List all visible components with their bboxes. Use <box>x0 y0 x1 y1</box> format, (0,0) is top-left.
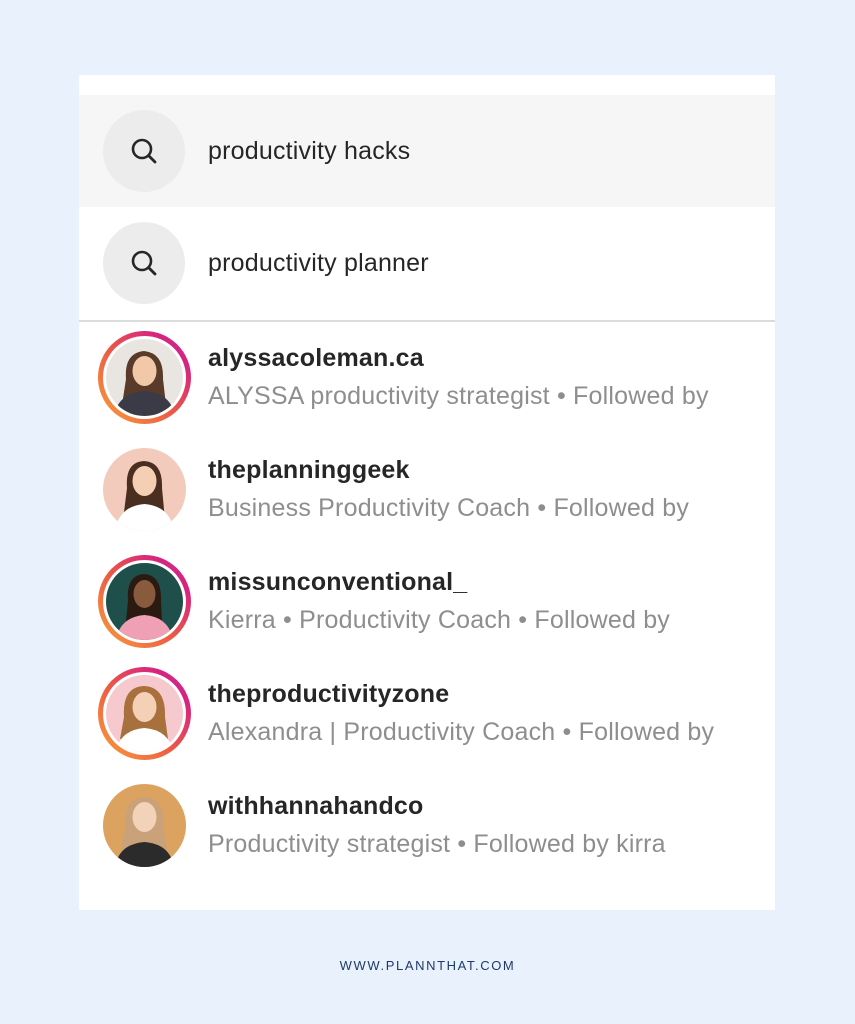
account-username: theproductivityzone <box>208 680 450 708</box>
search-results-panel: productivity hacks productivity planner <box>79 75 775 910</box>
search-suggestion-productivity-planner[interactable]: productivity planner <box>79 207 775 319</box>
search-suggestion-productivity-hacks[interactable]: productivity hacks <box>79 95 775 207</box>
search-icon-circle <box>103 110 185 192</box>
avatar <box>103 784 186 867</box>
account-username: withhannahandco <box>208 792 424 820</box>
section-divider <box>79 320 775 322</box>
next-result-cutoff <box>79 903 775 910</box>
account-subtitle: Kierra • Productivity Coach • Followed b… <box>208 606 670 634</box>
account-subtitle: Productivity strategist • Followed by ki… <box>208 830 666 858</box>
account-result-row[interactable]: theplanninggeek Business Productivity Co… <box>79 443 775 555</box>
search-icon <box>131 138 157 164</box>
account-subtitle: Business Productivity Coach • Followed b… <box>208 494 690 522</box>
account-result-row[interactable]: withhannahandco Productivity strategist … <box>79 779 775 891</box>
avatar-frame <box>98 443 191 536</box>
avatar <box>106 675 183 752</box>
story-ring <box>98 667 191 760</box>
account-username: theplanninggeek <box>208 456 410 484</box>
account-username: missunconventional_ <box>208 568 468 596</box>
account-result-row[interactable]: alyssacoleman.ca ALYSSA productivity str… <box>79 331 775 443</box>
search-suggestion-text: productivity planner <box>208 249 429 277</box>
account-subtitle: Alexandra | Productivity Coach • Followe… <box>208 718 715 746</box>
account-result-row[interactable]: theproductivityzone Alexandra | Producti… <box>79 667 775 779</box>
avatar <box>103 448 186 531</box>
account-subtitle: ALYSSA productivity strategist • Followe… <box>208 382 709 410</box>
avatar <box>106 563 183 640</box>
avatar <box>106 339 183 416</box>
story-ring <box>98 331 191 424</box>
avatar-frame <box>98 779 191 872</box>
search-suggestion-text: productivity hacks <box>208 137 411 165</box>
story-ring <box>98 555 191 648</box>
account-result-row[interactable]: missunconventional_ Kierra • Productivit… <box>79 555 775 667</box>
search-icon <box>131 250 157 276</box>
footer-url: WWW.PLANNTHAT.COM <box>339 958 516 973</box>
search-icon-circle <box>103 222 185 304</box>
account-username: alyssacoleman.ca <box>208 344 424 372</box>
